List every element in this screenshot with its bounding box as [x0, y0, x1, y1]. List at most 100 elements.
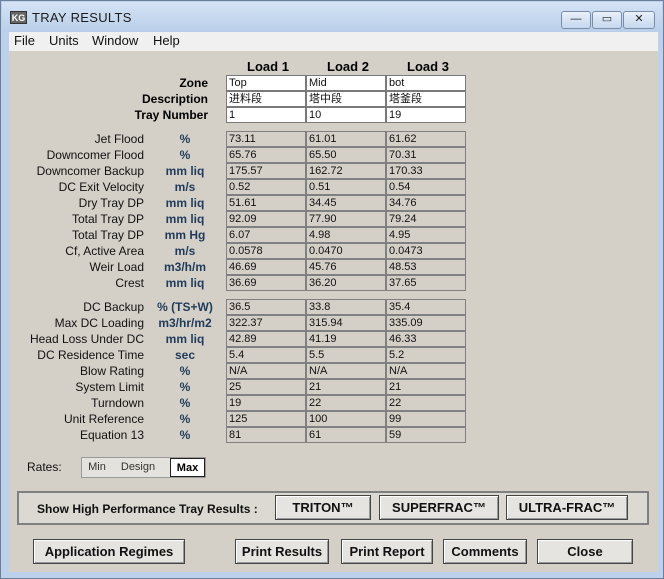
value-cell-load-3: 0.0473 [386, 243, 466, 259]
rate-design-option[interactable]: Design [113, 458, 163, 477]
row-label: Cf, Active Area [65, 244, 144, 258]
value-cell-load-2: 41.19 [306, 331, 386, 347]
row-unit: % [179, 148, 191, 162]
close-button[interactable]: Close [537, 539, 633, 564]
input-cell-load-1[interactable]: 1 [226, 107, 306, 123]
close-window-button[interactable]: ✕ [623, 11, 655, 29]
load-2-header: Load 2 [327, 59, 369, 74]
input-cell-load-3[interactable]: 塔釜段 [386, 91, 466, 107]
ultra-frac-button[interactable]: ULTRA-FRAC™ [506, 495, 628, 520]
row-label: Downcomer Backup [36, 164, 144, 178]
value-cell-load-2: 65.50 [306, 147, 386, 163]
row-label: Total Tray DP [71, 228, 144, 242]
menu-window[interactable]: Window [92, 33, 138, 48]
menu-file[interactable]: File [14, 33, 35, 48]
value-cell-load-3: 22 [386, 395, 466, 411]
value-cell-load-1: 125 [226, 411, 306, 427]
value-cell-load-3: 170.33 [386, 163, 466, 179]
row-unit: % [179, 380, 191, 394]
load-3-header: Load 3 [407, 59, 449, 74]
row-unit: % (TS+W) [157, 300, 213, 314]
value-cell-load-3: 37.65 [386, 275, 466, 291]
row-label: Description [141, 92, 208, 106]
row-label: Total Tray DP [71, 212, 144, 226]
print-results-button[interactable]: Print Results [235, 539, 329, 564]
value-cell-load-2: 34.45 [306, 195, 386, 211]
row-unit: m3/h/m [163, 260, 206, 274]
load-1-header: Load 1 [247, 59, 289, 74]
value-cell-load-2: 22 [306, 395, 386, 411]
menu-units[interactable]: Units [49, 33, 79, 48]
input-cell-load-3[interactable]: 19 [386, 107, 466, 123]
title-bar[interactable]: KG TRAY RESULTS — ▭ ✕ [2, 2, 662, 32]
app-logo-icon: KG [10, 11, 27, 24]
value-cell-load-2: 61 [306, 427, 386, 443]
value-cell-load-1: 6.07 [226, 227, 306, 243]
application-regimes-button[interactable]: Application Regimes [33, 539, 185, 564]
high-performance-label: Show High Performance Tray Results : [37, 502, 258, 516]
rates-label: Rates: [27, 460, 62, 474]
value-cell-load-2: 4.98 [306, 227, 386, 243]
value-cell-load-3: 35.4 [386, 299, 466, 315]
value-cell-load-2: 0.51 [306, 179, 386, 195]
row-unit: % [179, 396, 191, 410]
value-cell-load-2: 61.01 [306, 131, 386, 147]
row-label: Equation 13 [79, 428, 144, 442]
tray-results-window: KG TRAY RESULTS — ▭ ✕ File Units Window … [0, 0, 664, 579]
value-cell-load-2: N/A [306, 363, 386, 379]
row-unit: mm liq [165, 164, 205, 178]
input-cell-load-1[interactable]: 进料段 [226, 91, 306, 107]
value-cell-load-3: 0.54 [386, 179, 466, 195]
row-label: Unit Reference [63, 412, 144, 426]
input-cell-load-1[interactable]: Top [226, 75, 306, 91]
rate-max-option[interactable]: Max [170, 458, 205, 477]
value-cell-load-2: 162.72 [306, 163, 386, 179]
print-report-button[interactable]: Print Report [341, 539, 433, 564]
row-unit: mm liq [165, 196, 205, 210]
input-cell-load-2[interactable]: 10 [306, 107, 386, 123]
value-cell-load-2: 45.76 [306, 259, 386, 275]
row-unit: % [179, 364, 191, 378]
menu-help[interactable]: Help [153, 33, 180, 48]
value-cell-load-1: 92.09 [226, 211, 306, 227]
row-label: System Limit [75, 380, 144, 394]
value-cell-load-3: 99 [386, 411, 466, 427]
input-cell-load-3[interactable]: bot [386, 75, 466, 91]
row-label: Turndown [91, 396, 144, 410]
value-cell-load-3: 34.76 [386, 195, 466, 211]
high-performance-panel: Show High Performance Tray Results : TRI… [17, 491, 649, 525]
comments-button[interactable]: Comments [443, 539, 527, 564]
value-cell-load-1: 5.4 [226, 347, 306, 363]
row-label: Max DC Loading [54, 316, 144, 330]
results-panel: Load 1 Load 2 Load 3 Zone Top Mid bot Descri… [9, 51, 658, 572]
row-unit: mm Hg [164, 228, 206, 242]
value-cell-load-1: 46.69 [226, 259, 306, 275]
rates-selector: Min Design Max [81, 457, 206, 478]
row-unit: m3/hr/m2 [158, 316, 212, 330]
value-cell-load-1: 0.0578 [226, 243, 306, 259]
superfrac-button[interactable]: SUPERFRAC™ [379, 495, 499, 520]
value-cell-load-1: 42.89 [226, 331, 306, 347]
row-label: Jet Flood [94, 132, 144, 146]
row-unit: m/s [174, 244, 196, 258]
value-cell-load-3: 4.95 [386, 227, 466, 243]
minimize-button[interactable]: — [561, 11, 591, 29]
rate-min-option[interactable]: Min [82, 458, 112, 477]
value-cell-load-1: 322.37 [226, 315, 306, 331]
value-cell-load-1: N/A [226, 363, 306, 379]
triton-button[interactable]: TRITON™ [275, 495, 371, 520]
row-unit: % [179, 412, 191, 426]
maximize-button[interactable]: ▭ [592, 11, 622, 29]
row-unit: mm liq [165, 332, 205, 346]
row-unit: % [179, 132, 191, 146]
row-label: Downcomer Flood [46, 148, 144, 162]
row-label: DC Exit Velocity [58, 180, 144, 194]
input-cell-load-2[interactable]: Mid [306, 75, 386, 91]
value-cell-load-3: 46.33 [386, 331, 466, 347]
value-cell-load-2: 77.90 [306, 211, 386, 227]
value-cell-load-1: 81 [226, 427, 306, 443]
input-cell-load-2[interactable]: 塔中段 [306, 91, 386, 107]
value-cell-load-1: 25 [226, 379, 306, 395]
value-cell-load-1: 36.69 [226, 275, 306, 291]
row-label: Weir Load [89, 260, 144, 274]
